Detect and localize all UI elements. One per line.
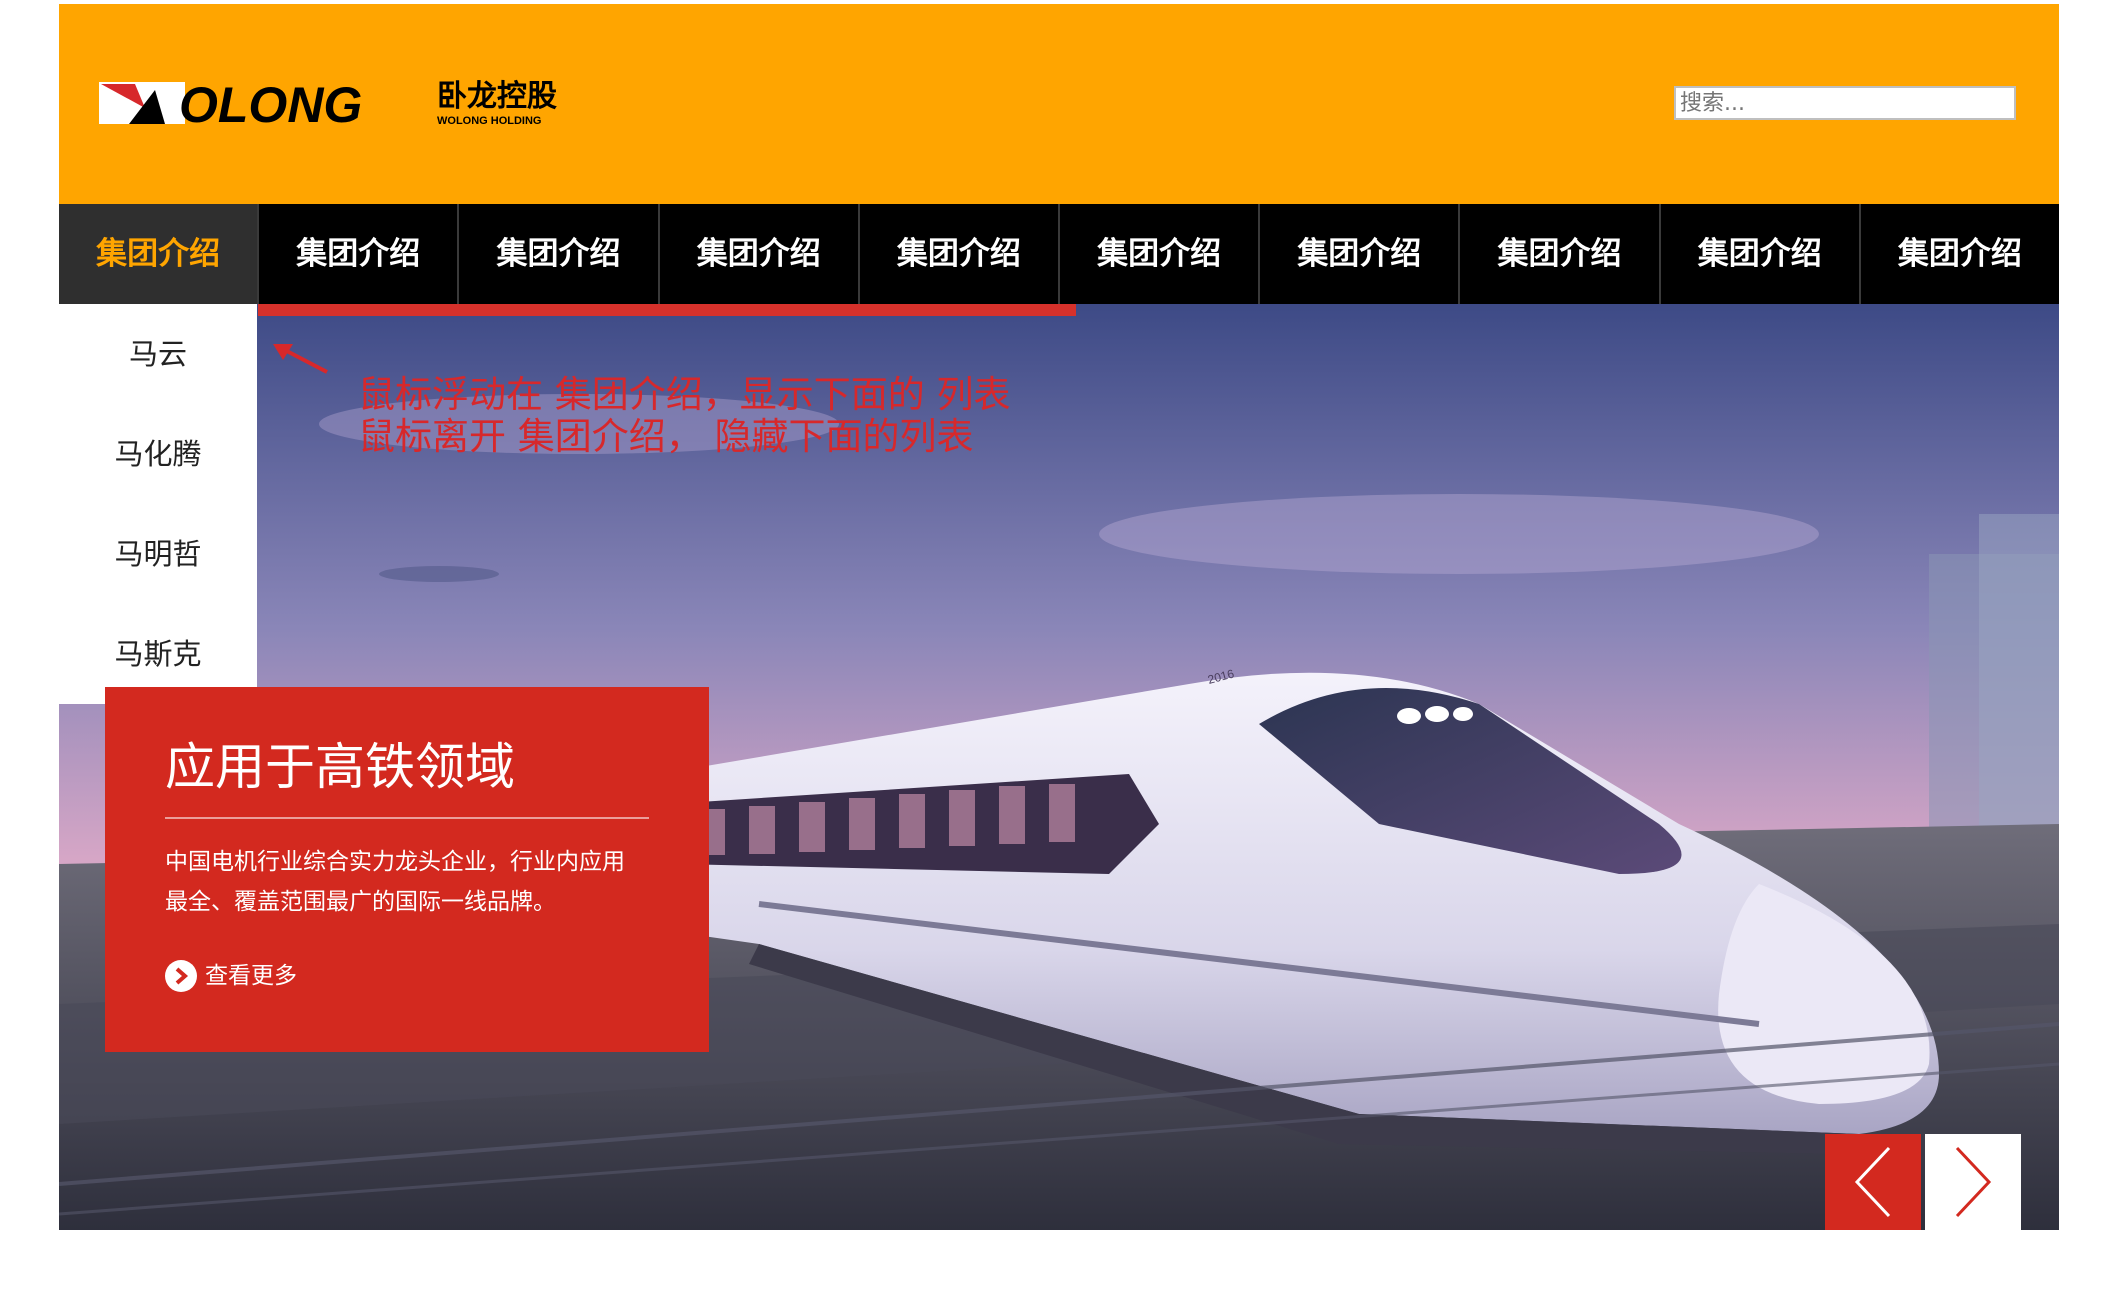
- dropdown-item[interactable]: 马明哲: [59, 504, 257, 604]
- annotation-line-1: 鼠标浮动在 集团介绍，显示下面的 列表: [358, 373, 1011, 416]
- dropdown-item[interactable]: 马云: [59, 304, 257, 404]
- nav-item-active[interactable]: 集团介绍: [59, 204, 258, 304]
- site-header: OLONG 卧龙控股 WOLONG HOLDING: [59, 4, 2059, 204]
- chevron-left-icon: [1854, 1146, 1891, 1218]
- annotation-arrow-icon: [273, 344, 328, 374]
- page: OLONG 卧龙控股 WOLONG HOLDING 搜索... 2016 集团介…: [59, 4, 2059, 1230]
- nav-item[interactable]: 集团介绍: [257, 204, 457, 304]
- annotation-text: 鼠标浮动在 集团介绍，显示下面的 列表 鼠标离开 集团介绍， 隐藏下面的列表: [358, 374, 1011, 458]
- logo-english: WOLONG HOLDING: [437, 115, 542, 127]
- logo-wordmark: OLONG: [179, 77, 362, 128]
- slider-prev-button[interactable]: [1825, 1134, 1921, 1230]
- chevron-right-icon: [1955, 1146, 1992, 1218]
- nav-item[interactable]: 集团介绍: [657, 204, 858, 304]
- view-more-label: 查看更多: [205, 963, 297, 989]
- view-more-link[interactable]: 查看更多: [165, 959, 297, 993]
- main-nav: 集团介绍 集团介绍 集团介绍 集团介绍 集团介绍 集团介绍 集团介绍 集团介绍 …: [59, 204, 2059, 304]
- logo-chinese: 卧龙控股: [437, 79, 557, 114]
- dropdown-item[interactable]: 马化腾: [59, 404, 257, 504]
- caption-divider: [165, 817, 649, 819]
- slide-desc-line-1: 中国电机行业综合实力龙头企业，行业内应用: [165, 849, 625, 875]
- slide-description: 中国电机行业综合实力龙头企业，行业内应用 最全、覆盖范围最广的国际一线品牌。: [165, 842, 665, 922]
- nav-item[interactable]: 集团介绍: [1258, 204, 1458, 304]
- nav-dropdown-menu: 马云 马化腾 马明哲 马斯克: [59, 304, 257, 704]
- slide-progress-bar: [258, 304, 1076, 316]
- nav-item[interactable]: 集团介绍: [1458, 204, 1658, 304]
- annotation-line-2: 鼠标离开 集团介绍， 隐藏下面的列表: [358, 415, 974, 458]
- nav-item[interactable]: 集团介绍: [1058, 204, 1258, 304]
- slide-title: 应用于高铁领域: [165, 738, 515, 796]
- wolong-logo[interactable]: OLONG 卧龙控股 WOLONG HOLDING: [99, 76, 591, 133]
- slide-desc-line-2: 最全、覆盖范围最广的国际一线品牌。: [165, 889, 556, 915]
- logo-mark-icon: OLONG 卧龙控股 WOLONG HOLDING: [99, 77, 557, 133]
- nav-item[interactable]: 集团介绍: [457, 204, 657, 304]
- nav-item[interactable]: 集团介绍: [1658, 204, 1859, 304]
- nav-item[interactable]: 集团介绍: [1858, 204, 2059, 304]
- slide-caption-box: 应用于高铁领域 中国电机行业综合实力龙头企业，行业内应用 最全、覆盖范围最广的国…: [105, 687, 709, 1052]
- nav-item[interactable]: 集团介绍: [857, 204, 1058, 304]
- slider-next-button[interactable]: [1925, 1134, 2021, 1230]
- search-input[interactable]: [1674, 86, 2016, 120]
- chevron-right-circle-icon: [165, 960, 197, 992]
